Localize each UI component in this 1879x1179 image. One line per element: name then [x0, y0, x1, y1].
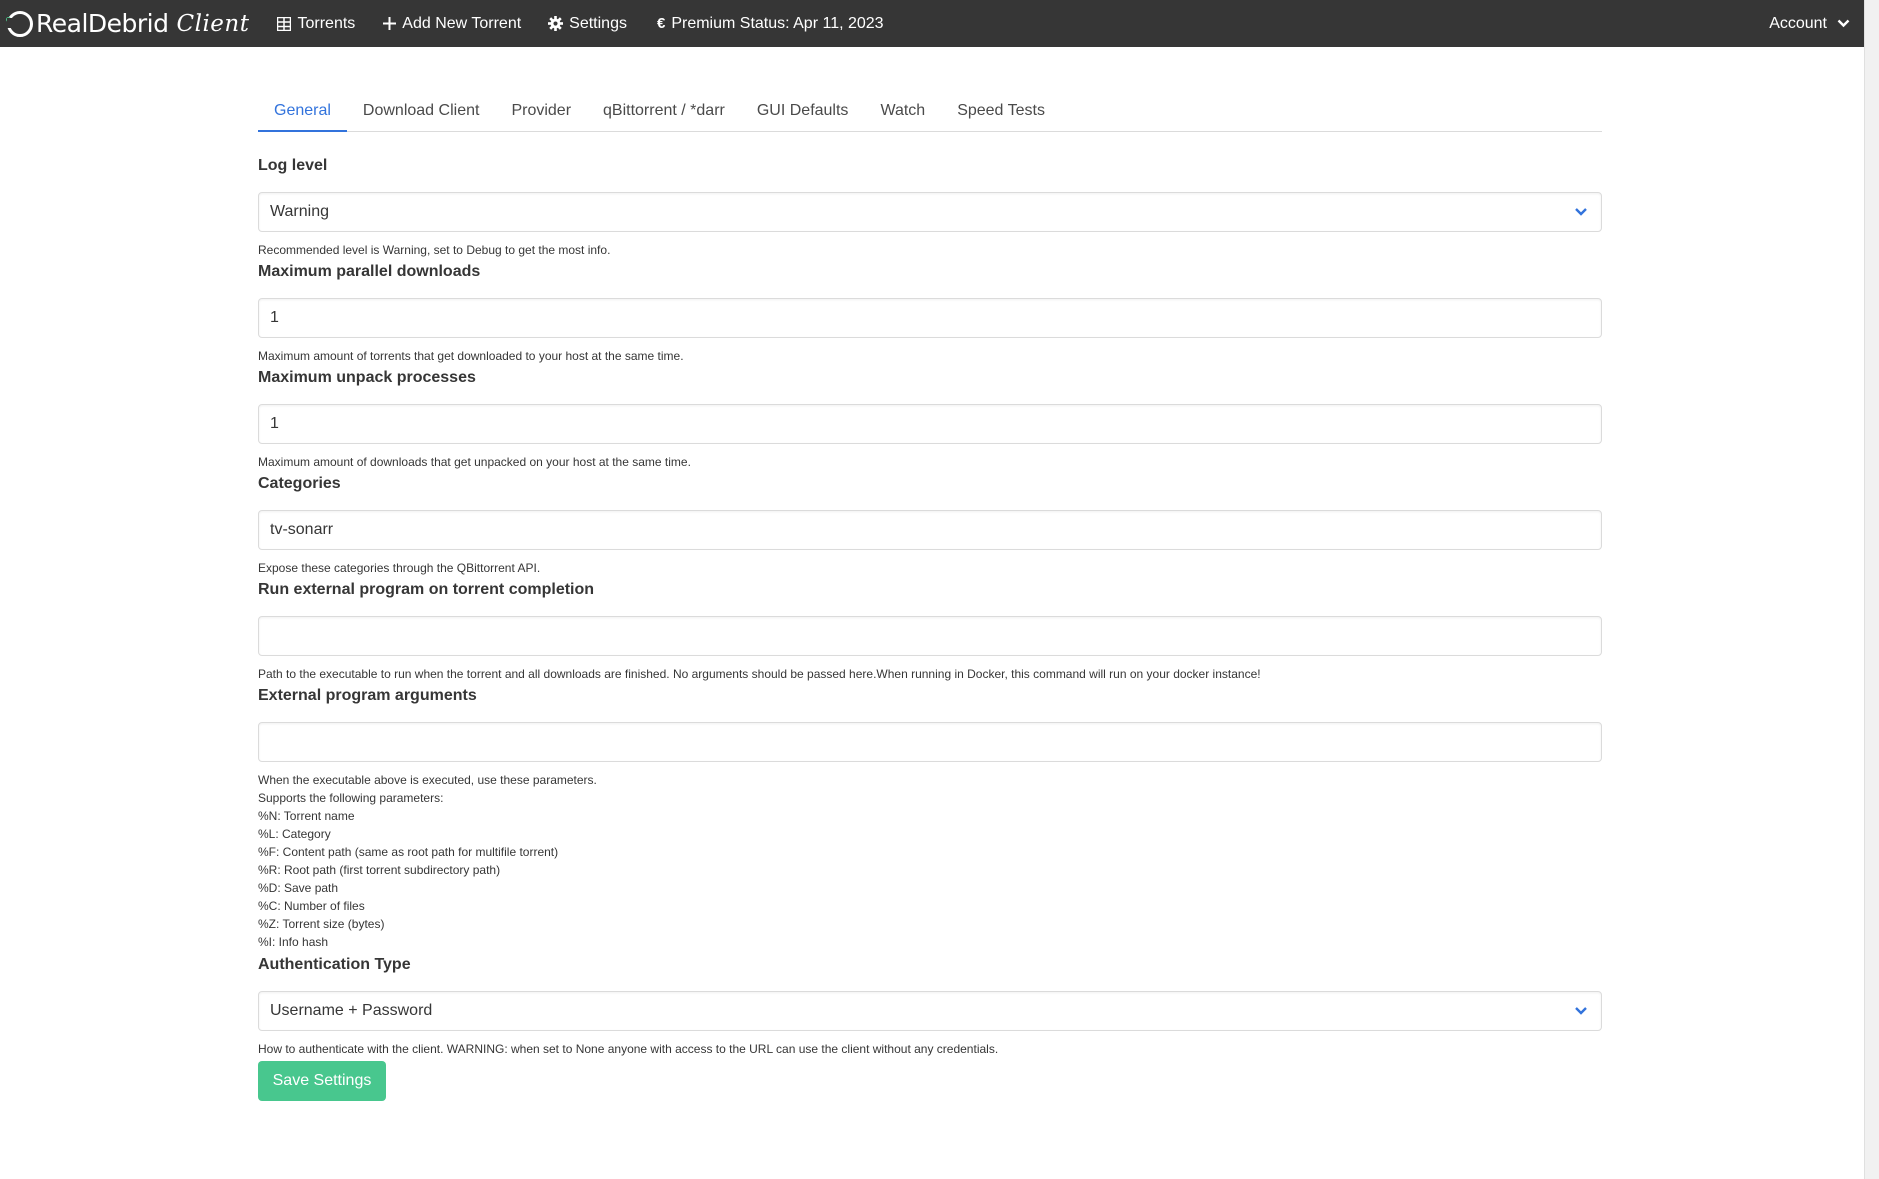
external-program-arguments-help: When the executable above is executed, u… — [258, 771, 1602, 951]
brand-name: RealDebrid — [36, 9, 169, 38]
nav-settings[interactable]: Settings — [548, 0, 627, 47]
settings-tabs: General Download Client Provider qBittor… — [258, 97, 1602, 132]
save-settings-button[interactable]: Save Settings — [258, 1061, 386, 1101]
categories-input[interactable]: tv-sonarr — [258, 510, 1602, 550]
max-unpack-processes-label: Maximum unpack processes — [258, 369, 476, 386]
tab-speed-tests[interactable]: Speed Tests — [941, 97, 1061, 132]
help-line: When the executable above is executed, u… — [258, 773, 597, 787]
tab-general[interactable]: General — [258, 97, 347, 132]
nav-account-label: Account — [1769, 14, 1827, 32]
nav-add-torrent[interactable]: Add New Torrent — [383, 0, 521, 47]
run-external-program-field: Run external program on torrent completi… — [258, 581, 1602, 683]
help-line: %N: Torrent name — [258, 809, 355, 823]
help-line: %F: Content path (same as root path for … — [258, 845, 559, 859]
page-scrollbar[interactable] — [1864, 0, 1879, 1179]
help-line: Supports the following parameters: — [258, 791, 444, 805]
run-external-program-label: Run external program on torrent completi… — [258, 581, 595, 598]
brand-suffix: Client — [176, 10, 250, 37]
nav-add-torrent-label: Add New Torrent — [402, 14, 522, 32]
gear-icon — [548, 16, 564, 31]
nav-settings-label: Settings — [569, 14, 627, 32]
tab-qbittorrent-darr[interactable]: qBittorrent / *darr — [587, 97, 741, 132]
nav-premium-label: Premium Status: Apr 11, 2023 — [671, 14, 884, 32]
chevron-down-icon — [1574, 1004, 1588, 1018]
categories-help: Expose these categories through the QBit… — [258, 561, 541, 575]
log-level-select[interactable]: Warning — [258, 192, 1602, 232]
chevron-down-icon — [1837, 15, 1850, 33]
authentication-type-select[interactable]: Username + Password — [258, 991, 1602, 1031]
help-line: %R: Root path (first torrent subdirector… — [258, 863, 501, 877]
tab-download-client[interactable]: Download Client — [347, 97, 496, 132]
logo-ring-icon — [6, 10, 33, 37]
nav-account[interactable]: Account — [1769, 0, 1850, 47]
tab-watch[interactable]: Watch — [864, 97, 941, 132]
top-navbar: RealDebrid Client Torrents Add New Torre… — [0, 0, 1864, 47]
log-level-field: Log level Warning Recommended level is W… — [258, 157, 1602, 259]
nav-premium-status[interactable]: € Premium Status: Apr 11, 2023 — [657, 0, 884, 47]
nav-torrents[interactable]: Torrents — [277, 0, 355, 47]
nav-torrents-label: Torrents — [297, 14, 356, 32]
euro-icon: € — [656, 15, 666, 32]
external-program-arguments-input[interactable] — [258, 722, 1602, 762]
tab-gui-defaults[interactable]: GUI Defaults — [741, 97, 865, 132]
max-parallel-downloads-field: Maximum parallel downloads 1 Maximum amo… — [258, 263, 1602, 365]
help-line: %Z: Torrent size (bytes) — [258, 917, 385, 931]
max-unpack-processes-help: Maximum amount of downloads that get unp… — [258, 455, 691, 469]
plus-icon — [383, 17, 397, 30]
max-unpack-processes-field: Maximum unpack processes 1 Maximum amoun… — [258, 369, 1602, 471]
external-program-arguments-field: External program arguments When the exec… — [258, 687, 1602, 951]
authentication-type-help: How to authenticate with the client. WAR… — [258, 1042, 999, 1056]
authentication-type-label: Authentication Type — [258, 956, 411, 973]
external-program-arguments-label: External program arguments — [258, 687, 477, 704]
table-icon — [277, 16, 292, 31]
help-line: %D: Save path — [258, 881, 339, 895]
max-parallel-downloads-input[interactable]: 1 — [258, 298, 1602, 338]
categories-field: Categories tv-sonarr Expose these catego… — [258, 475, 1602, 577]
brand-logo[interactable]: RealDebrid Client — [6, 0, 250, 47]
tab-provider[interactable]: Provider — [495, 97, 587, 132]
help-line: %C: Number of files — [258, 899, 365, 913]
categories-label: Categories — [258, 475, 341, 492]
log-level-label: Log level — [258, 157, 328, 174]
max-parallel-downloads-label: Maximum parallel downloads — [258, 263, 481, 280]
max-parallel-downloads-help: Maximum amount of torrents that get down… — [258, 349, 684, 363]
help-line: %I: Info hash — [258, 935, 329, 949]
authentication-type-field: Authentication Type Username + Password … — [258, 956, 1602, 1058]
log-level-help: Recommended level is Warning, set to Deb… — [258, 243, 611, 257]
run-external-program-input[interactable] — [258, 616, 1602, 656]
chevron-down-icon — [1574, 205, 1588, 219]
help-line: %L: Category — [258, 827, 331, 841]
run-external-program-help: Path to the executable to run when the t… — [258, 667, 1261, 681]
max-unpack-processes-input[interactable]: 1 — [258, 404, 1602, 444]
